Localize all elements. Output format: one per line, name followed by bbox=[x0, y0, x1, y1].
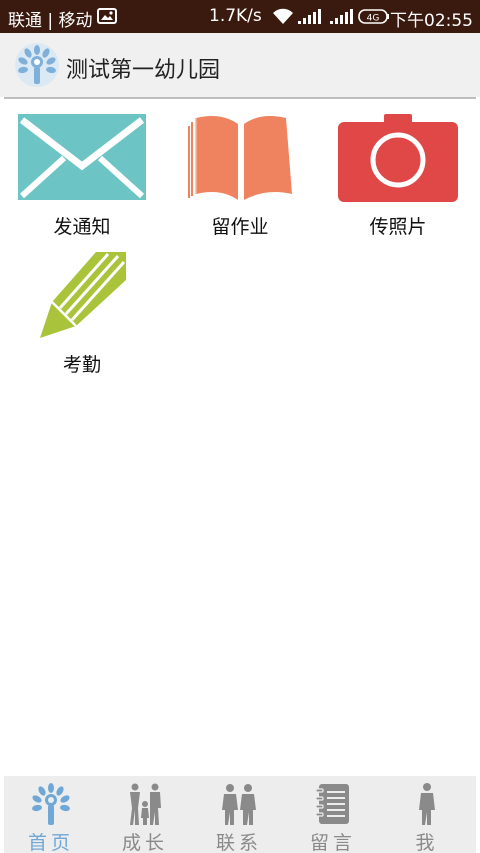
tile-label: 留作业 bbox=[211, 216, 269, 238]
nav-label: 成长 bbox=[121, 832, 168, 853]
camera-icon bbox=[338, 114, 458, 202]
nav-item-me[interactable]: 我 bbox=[380, 776, 474, 853]
person-icon bbox=[419, 783, 435, 825]
home-tree-icon bbox=[32, 783, 70, 825]
nav-label: 留言 bbox=[309, 832, 356, 853]
network-speed: 1.7K/s bbox=[209, 6, 262, 26]
nav-item-messages[interactable]: 留言 bbox=[286, 776, 380, 853]
status-bar: 联通 | 移动 1.7K/s 4G 下午02:55 bbox=[0, 0, 480, 33]
tile-label: 传照片 bbox=[369, 216, 427, 238]
image-notification-icon bbox=[97, 8, 117, 24]
send-notice-tile[interactable]: 发通知 bbox=[12, 112, 152, 242]
bottom-navigation: 首页 成长 联系 留言 我 bbox=[4, 776, 476, 853]
nav-label: 首页 bbox=[27, 832, 74, 853]
couple-icon bbox=[222, 784, 256, 825]
nav-item-growth[interactable]: 成长 bbox=[98, 776, 192, 853]
attendance-tile[interactable]: 考勤 bbox=[12, 250, 152, 380]
signal-icon-1 bbox=[298, 9, 321, 24]
pencil-icon bbox=[40, 252, 126, 338]
nav-item-home[interactable]: 首页 bbox=[4, 776, 98, 853]
clock: 下午02:55 bbox=[390, 11, 473, 31]
tile-label: 发通知 bbox=[53, 216, 111, 238]
assign-homework-tile[interactable]: 留作业 bbox=[170, 112, 310, 242]
nav-item-contact[interactable]: 联系 bbox=[192, 776, 286, 853]
family-icon bbox=[130, 783, 161, 825]
book-icon bbox=[188, 116, 292, 200]
page-title: 测试第一幼儿园 bbox=[66, 58, 221, 83]
notebook-icon bbox=[315, 784, 349, 824]
network-badge: 4G bbox=[367, 14, 380, 24]
signal-icon-2 bbox=[330, 9, 353, 24]
tile-label: 考勤 bbox=[62, 354, 101, 376]
nav-label: 我 bbox=[415, 832, 439, 853]
header-divider bbox=[4, 97, 476, 99]
battery-icon: 4G bbox=[358, 9, 389, 24]
carrier-text: 联通 | 移动 bbox=[8, 11, 93, 31]
envelope-icon bbox=[18, 114, 146, 200]
app-header: 测试第一幼儿园 bbox=[0, 33, 480, 97]
upload-photos-tile[interactable]: 传照片 bbox=[328, 112, 468, 242]
wifi-icon bbox=[273, 8, 293, 24]
nav-label: 联系 bbox=[215, 832, 262, 853]
school-logo-icon bbox=[15, 43, 59, 87]
